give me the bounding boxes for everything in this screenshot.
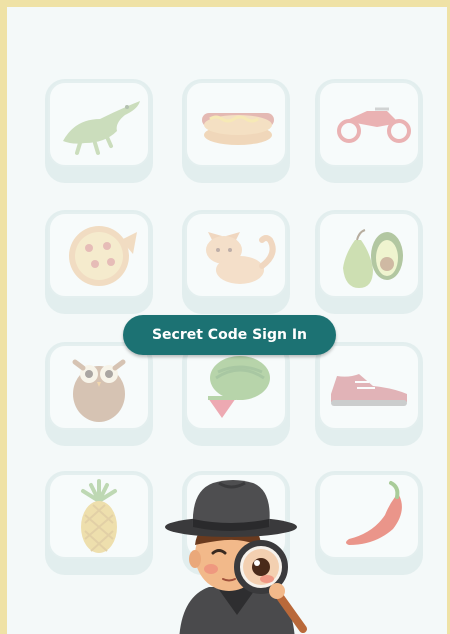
picture-tile-alligator[interactable] — [45, 79, 153, 183]
sneaker-icon — [331, 374, 407, 406]
picture-tile-pizza[interactable] — [45, 210, 153, 314]
picture-tile-pear-avocado[interactable] — [315, 210, 423, 314]
owl-icon — [72, 359, 126, 422]
picture-tile-motorcycle[interactable] — [315, 79, 423, 183]
picture-tile-pineapple[interactable] — [45, 471, 153, 575]
picture-tile-chili-pepper[interactable] — [315, 471, 423, 575]
pizza-icon — [69, 226, 137, 286]
picture-tile-owl[interactable] — [45, 342, 153, 446]
chili-pepper-icon — [346, 481, 402, 545]
motorcycle-icon — [337, 107, 411, 143]
secret-code-sign-in-button[interactable]: Secret Code Sign In — [123, 315, 336, 355]
picture-tile-sneaker[interactable] — [315, 342, 423, 446]
picture-tile-watermelon[interactable] — [182, 342, 290, 446]
app-frame: Secret Code Sign In — [0, 0, 450, 634]
pear-avocado-icon — [343, 229, 403, 288]
hot-dog-icon — [202, 113, 274, 145]
picture-tile-hot-dog[interactable] — [182, 79, 290, 183]
pineapple-icon — [81, 479, 117, 553]
picture-tile-cat[interactable] — [182, 210, 290, 314]
detective-mascot-icon — [165, 480, 307, 634]
watermelon-icon — [208, 356, 270, 418]
alligator-icon — [63, 101, 140, 155]
cat-icon — [206, 232, 276, 284]
